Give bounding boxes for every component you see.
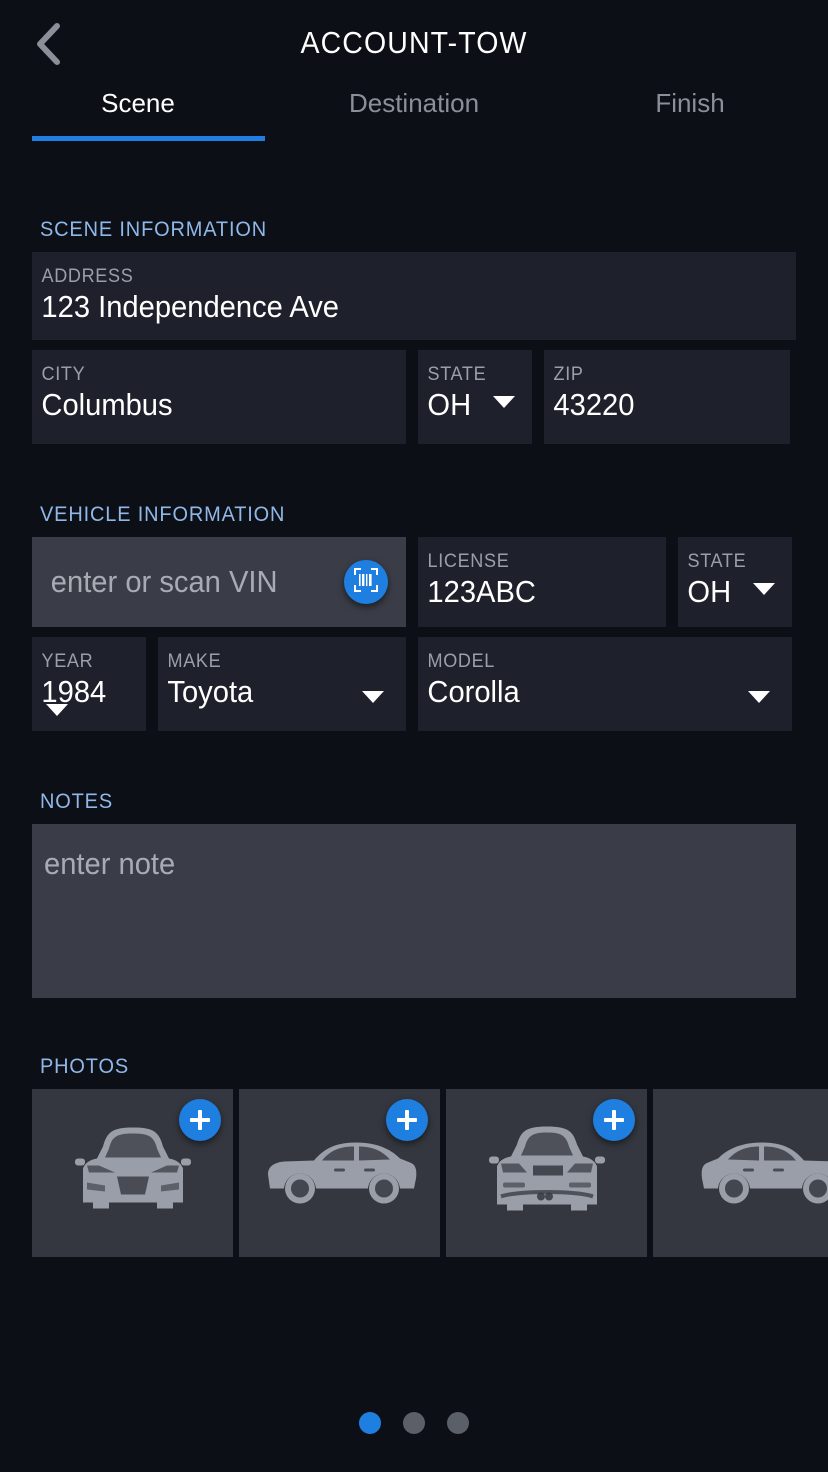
chevron-down-icon (362, 691, 384, 703)
vehicle-state-dropdown[interactable]: STATE OH (678, 537, 792, 627)
notes-placeholder: enter note (44, 846, 176, 881)
pagination-dot[interactable] (359, 1412, 381, 1434)
add-photo-button[interactable] (179, 1099, 221, 1141)
license-label: LICENSE (427, 551, 510, 572)
tab-scene[interactable]: Scene (0, 86, 276, 119)
vehicle-state-label: STATE (687, 551, 747, 572)
photo-tile[interactable] (32, 1089, 233, 1257)
app-header: ACCOUNT-TOW (0, 0, 828, 86)
zip-label: ZIP (553, 364, 584, 385)
photo-tile[interactable] (653, 1089, 828, 1257)
add-photo-button[interactable] (386, 1099, 428, 1141)
license-value: 123ABC (427, 574, 536, 609)
city-label: CITY (41, 364, 86, 385)
year-make-model-row: YEAR 1984 MAKE Toyota MODEL Corolla (32, 637, 796, 731)
chevron-down-icon (748, 691, 770, 703)
car-side-left-icon (260, 1131, 420, 1216)
vin-placeholder: enter or scan VIN (50, 564, 278, 599)
scene-section-title: SCENE INFORMATION (40, 218, 267, 241)
license-field[interactable]: LICENSE 123ABC (418, 537, 666, 627)
year-label: YEAR (41, 651, 94, 672)
address-value: 123 Independence Ave (41, 289, 340, 324)
address-row: ADDRESS 123 Independence Ave (32, 252, 796, 340)
scan-vin-button[interactable] (344, 560, 388, 604)
scene-state-label: STATE (427, 364, 487, 385)
vehicle-state-value: OH (687, 574, 732, 609)
scene-information-section: SCENE INFORMATION ADDRESS 123 Independen… (0, 218, 828, 444)
pagination-dot[interactable] (447, 1412, 469, 1434)
car-side-right-icon (698, 1131, 828, 1216)
model-label: MODEL (427, 651, 496, 672)
photo-tile[interactable] (446, 1089, 647, 1257)
notes-textarea[interactable]: enter note (32, 824, 796, 998)
add-photo-button[interactable] (593, 1099, 635, 1141)
zip-field[interactable]: ZIP 43220 (544, 350, 790, 444)
photos-section: PHOTOS (0, 1055, 828, 1257)
notes-section: NOTES enter note (0, 790, 828, 998)
city-state-zip-row: CITY Columbus STATE OH ZIP 43220 (32, 350, 796, 444)
scene-state-value: OH (427, 387, 472, 422)
tab-destination[interactable]: Destination (276, 86, 552, 119)
tab-finish[interactable]: Finish (552, 86, 828, 119)
photos-section-title: PHOTOS (40, 1055, 130, 1078)
scene-state-dropdown[interactable]: STATE OH (418, 350, 532, 444)
year-value: 1984 (41, 674, 107, 709)
city-field[interactable]: CITY Columbus (32, 350, 406, 444)
vehicle-section-title: VEHICLE INFORMATION (40, 503, 286, 526)
chevron-down-icon (46, 704, 68, 716)
notes-section-title: NOTES (40, 790, 114, 813)
carousel-pagination (0, 1412, 828, 1434)
make-value: Toyota (167, 674, 254, 709)
barcode-scan-icon (353, 567, 379, 598)
car-rear-icon (483, 1119, 611, 1228)
city-value: Columbus (41, 387, 173, 422)
photos-carousel[interactable] (32, 1089, 828, 1257)
chevron-down-icon (752, 583, 775, 595)
chevron-down-icon (492, 396, 515, 408)
vin-license-state-row: enter or scan VIN LICENSE 123ABC STATE O… (32, 537, 796, 627)
model-dropdown[interactable]: MODEL Corolla (418, 637, 792, 731)
vehicle-information-section: VEHICLE INFORMATION enter or scan VIN LI… (0, 503, 828, 731)
car-front-icon (69, 1119, 197, 1228)
tab-bar: Scene Destination Finish (0, 86, 828, 142)
vin-field-wrapper: enter or scan VIN (32, 537, 406, 627)
model-value: Corolla (427, 674, 520, 709)
make-dropdown[interactable]: MAKE Toyota (158, 637, 406, 731)
year-dropdown[interactable]: YEAR 1984 (32, 637, 146, 731)
address-field[interactable]: ADDRESS 123 Independence Ave (32, 252, 796, 340)
active-tab-indicator (32, 136, 265, 141)
zip-value: 43220 (553, 387, 635, 422)
pagination-dot[interactable] (403, 1412, 425, 1434)
address-label: ADDRESS (41, 266, 134, 287)
page-title: ACCOUNT-TOW (300, 25, 528, 60)
photo-tile[interactable] (239, 1089, 440, 1257)
make-label: MAKE (167, 651, 222, 672)
